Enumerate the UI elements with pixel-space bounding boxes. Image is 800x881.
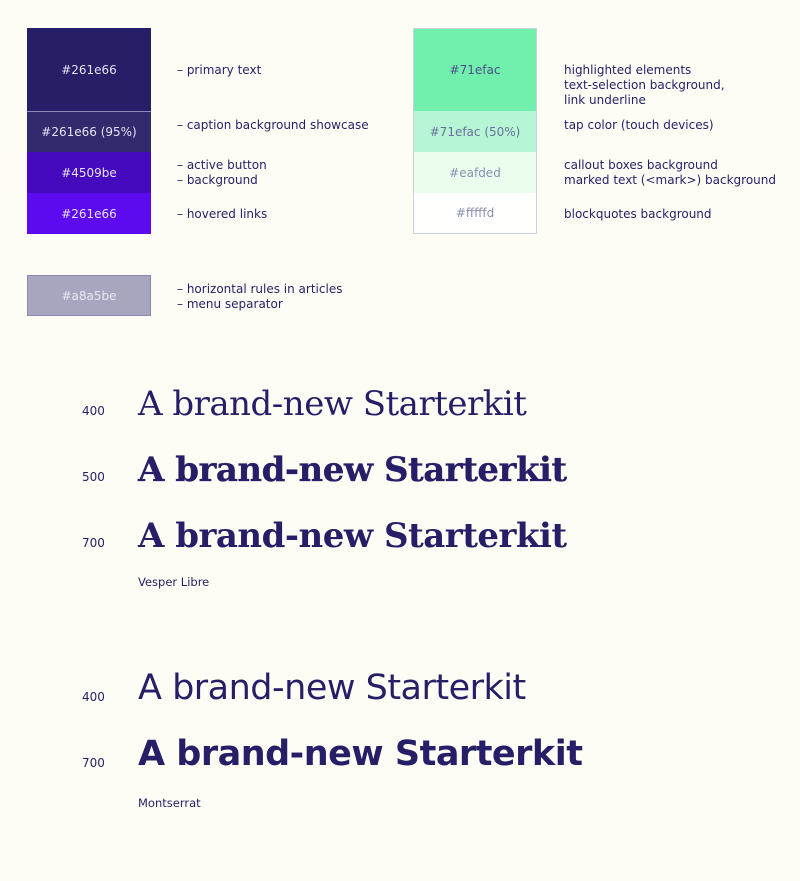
swatch-label: #261e66: [61, 206, 117, 221]
swatch-description: blockquotes background: [564, 207, 712, 221]
swatch-description: – horizontal rules in articles – menu se…: [177, 282, 343, 311]
swatch-hovered-links: #261e66: [27, 193, 151, 234]
swatch-description: callout boxes background marked text (<m…: [564, 158, 776, 187]
swatch-callout-background: #eafded: [414, 152, 536, 193]
swatch-label: #a8a5be: [61, 288, 117, 303]
weight-label: 700: [82, 756, 105, 770]
swatch-label: #261e66 (95%): [41, 125, 137, 139]
serif-sample-400: A brand-new Starterkit: [138, 384, 527, 424]
swatch-highlight: #71efac: [414, 29, 536, 111]
swatch-description: – primary text: [177, 63, 262, 77]
serif-sample-500: A brand-new Starterkit: [138, 450, 567, 490]
swatch-label: #71efac: [449, 63, 501, 77]
weight-label: 400: [82, 404, 105, 418]
serif-sample-700: A brand-new Starterkit: [138, 516, 567, 556]
font-name: Montserrat: [138, 796, 201, 810]
sans-sample-700: A brand-new Starterkit: [138, 734, 583, 774]
swatch-tap-color: #71efac (50%): [414, 111, 536, 152]
weight-label: 700: [82, 536, 105, 550]
swatch-separator: #a8a5be: [27, 275, 151, 316]
swatch-label: #fffffd: [455, 206, 495, 220]
swatch-label: #71efac (50%): [429, 124, 521, 139]
swatch-description: – hovered links: [177, 207, 268, 221]
font-name: Vesper Libre: [138, 575, 210, 589]
swatch-caption-background: #261e66 (95%): [27, 111, 151, 152]
swatch-label: #eafded: [449, 165, 501, 180]
swatch-description: – caption background showcase: [177, 118, 369, 132]
sans-sample-400: A brand-new Starterkit: [138, 668, 526, 708]
swatch-blockquote-background: #fffffd: [414, 193, 536, 233]
swatch-primary-text: #261e66: [27, 28, 151, 111]
swatch-label: #261e66: [61, 62, 117, 77]
swatch-description: highlighted elements text-selection back…: [564, 63, 725, 107]
weight-label: 400: [82, 690, 105, 704]
swatch-label: #4509be: [61, 165, 117, 180]
swatch-active-button: #4509be: [27, 152, 151, 193]
weight-label: 500: [82, 470, 105, 484]
swatch-description: tap color (touch devices): [564, 118, 714, 132]
swatch-description: – active button – background: [177, 158, 267, 187]
